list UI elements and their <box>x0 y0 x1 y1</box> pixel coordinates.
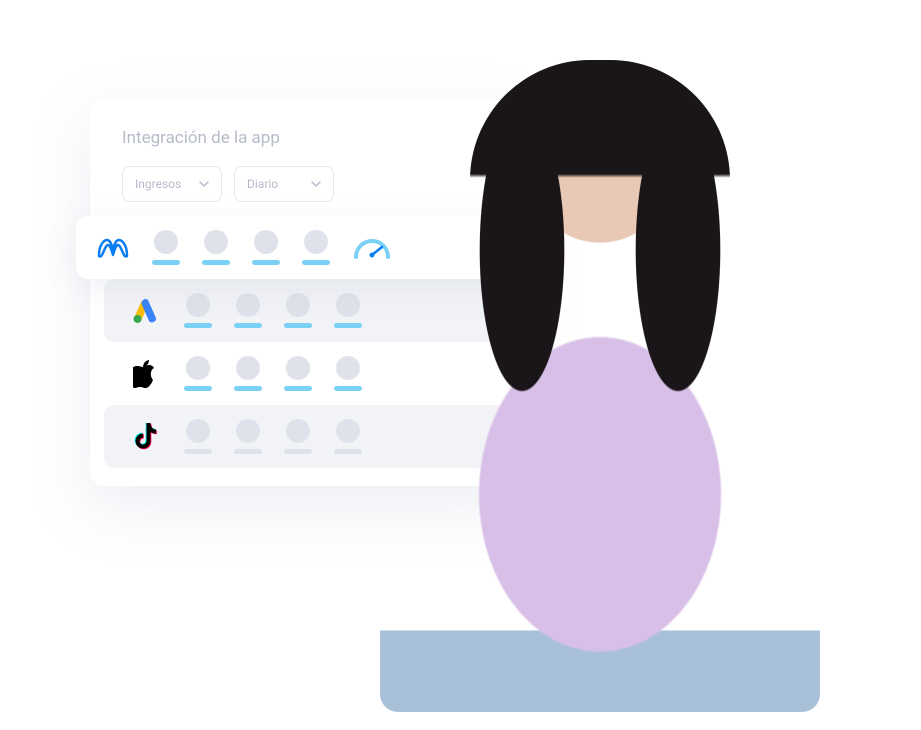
metric-cell <box>302 230 330 265</box>
meta-icon <box>96 231 130 265</box>
metric-cell <box>334 356 362 391</box>
metric-cell <box>184 419 212 454</box>
metric-select-label: Ingresos <box>135 177 181 191</box>
google-ads-icon <box>128 294 162 328</box>
metric-cell <box>184 293 212 328</box>
metric-cell <box>284 419 312 454</box>
metric-cell <box>334 419 362 454</box>
metric-cell <box>284 356 312 391</box>
period-select-label: Diario <box>247 177 278 191</box>
metric-cell <box>152 230 180 265</box>
period-select[interactable]: Diario <box>234 166 334 202</box>
metric-cell <box>234 293 262 328</box>
metric-cell <box>234 356 262 391</box>
metric-cell <box>284 293 312 328</box>
metric-cell <box>234 419 262 454</box>
chevron-down-icon <box>311 181 321 187</box>
metric-select[interactable]: Ingresos <box>122 166 222 202</box>
metric-cell <box>184 356 212 391</box>
metric-cell <box>334 293 362 328</box>
tiktok-icon <box>128 420 162 454</box>
apple-icon <box>128 357 162 391</box>
metric-cell <box>202 230 230 265</box>
person-illustration <box>380 32 820 712</box>
chevron-down-icon <box>199 181 209 187</box>
metric-cell <box>252 230 280 265</box>
